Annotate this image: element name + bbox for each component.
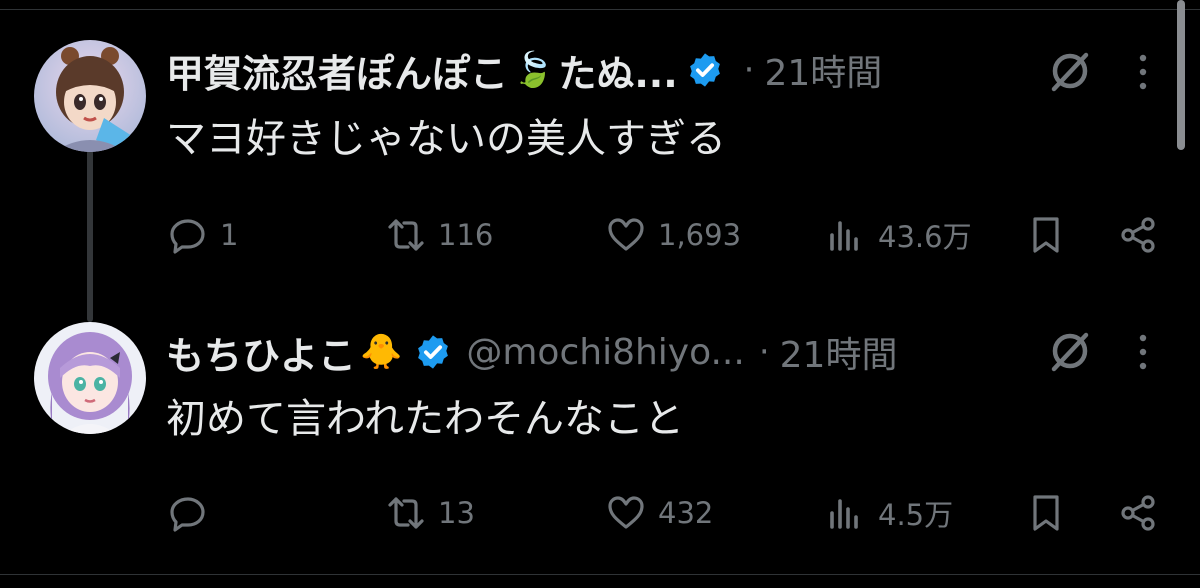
views-icon [830, 221, 858, 251]
action-bar: 13 432 4.5万 [0, 483, 1200, 543]
views-button[interactable]: 43.6万 [826, 205, 972, 265]
avatar-ponpoko-image [34, 40, 146, 152]
like-icon [608, 496, 644, 529]
tweet-text: マヨ好きじゃないの美人すぎる [166, 116, 726, 162]
reply-icon [170, 219, 205, 254]
view-count: 4.5万 [878, 498, 954, 532]
avatar-mochihiyoko[interactable] [34, 322, 146, 434]
tweet-text: 初めて言われたわそんなこと [166, 396, 684, 442]
leaf-emoji-icon: 🍃 [512, 50, 555, 90]
tweet-header: もちひよこ 🐥 @mochi8hiyo... · 21時間 [166, 322, 897, 382]
more-icon[interactable] [1136, 332, 1150, 372]
bookmark-icon [1033, 495, 1059, 531]
like-count: 1,693 [658, 218, 742, 252]
tweet-1[interactable]: 甲賀流忍者ぽんぽこ 🍃 たぬ... · 21時間 マヨ好きじゃないの美人すぎる … [0, 0, 1200, 290]
tweet-header: 甲賀流忍者ぽんぽこ 🍃 たぬ... · 21時間 [166, 40, 882, 100]
avatar-mochihiyoko-image [34, 322, 146, 434]
verified-badge-icon [418, 335, 449, 369]
bookmark-icon [1033, 217, 1059, 253]
retweet-button[interactable]: 13 [386, 483, 475, 543]
views-button[interactable]: 4.5万 [826, 483, 953, 543]
reply-button[interactable] [168, 483, 220, 543]
reply-icon [170, 497, 205, 532]
retweet-count: 13 [438, 496, 475, 530]
timestamp[interactable]: 21時間 [764, 44, 882, 96]
reply-button[interactable]: 1 [168, 205, 238, 265]
retweet-button[interactable]: 116 [386, 205, 493, 265]
like-icon [608, 218, 644, 251]
author-name[interactable]: 甲賀流忍者ぽんぽこ [166, 43, 508, 98]
share-icon [1121, 217, 1155, 253]
bookmark-button[interactable] [1026, 483, 1066, 543]
verified-badge-icon [689, 53, 720, 87]
avatar-ponpoko[interactable] [34, 40, 146, 152]
bottom-divider [0, 574, 1200, 575]
chick-emoji-icon: 🐥 [360, 332, 403, 372]
share-button[interactable] [1118, 483, 1158, 543]
author-name[interactable]: もちひよこ [166, 325, 356, 380]
retweet-icon [388, 219, 424, 251]
view-count: 43.6万 [878, 220, 972, 254]
action-bar: 1 116 1,693 43.6万 [0, 205, 1200, 265]
grok-icon[interactable] [1046, 327, 1094, 375]
like-count: 432 [658, 496, 714, 530]
separator-dot: · [743, 50, 755, 90]
timestamp[interactable]: 21時間 [780, 326, 898, 378]
author-name-tail[interactable]: たぬ... [558, 43, 677, 98]
separator-dot: · [758, 332, 770, 372]
like-button[interactable]: 432 [606, 483, 713, 543]
retweet-icon [388, 497, 424, 529]
share-icon [1121, 495, 1155, 531]
more-icon[interactable] [1136, 52, 1150, 92]
share-button[interactable] [1118, 205, 1158, 265]
reply-count: 1 [220, 218, 239, 252]
views-icon [830, 499, 858, 529]
tweet-2[interactable]: もちひよこ 🐥 @mochi8hiyo... · 21時間 初めて言われたわそん… [0, 290, 1200, 574]
retweet-count: 116 [438, 218, 494, 252]
author-handle[interactable]: @mochi8hiyo... [466, 332, 744, 373]
bookmark-button[interactable] [1026, 205, 1066, 265]
grok-icon[interactable] [1046, 47, 1094, 95]
like-button[interactable]: 1,693 [606, 205, 741, 265]
